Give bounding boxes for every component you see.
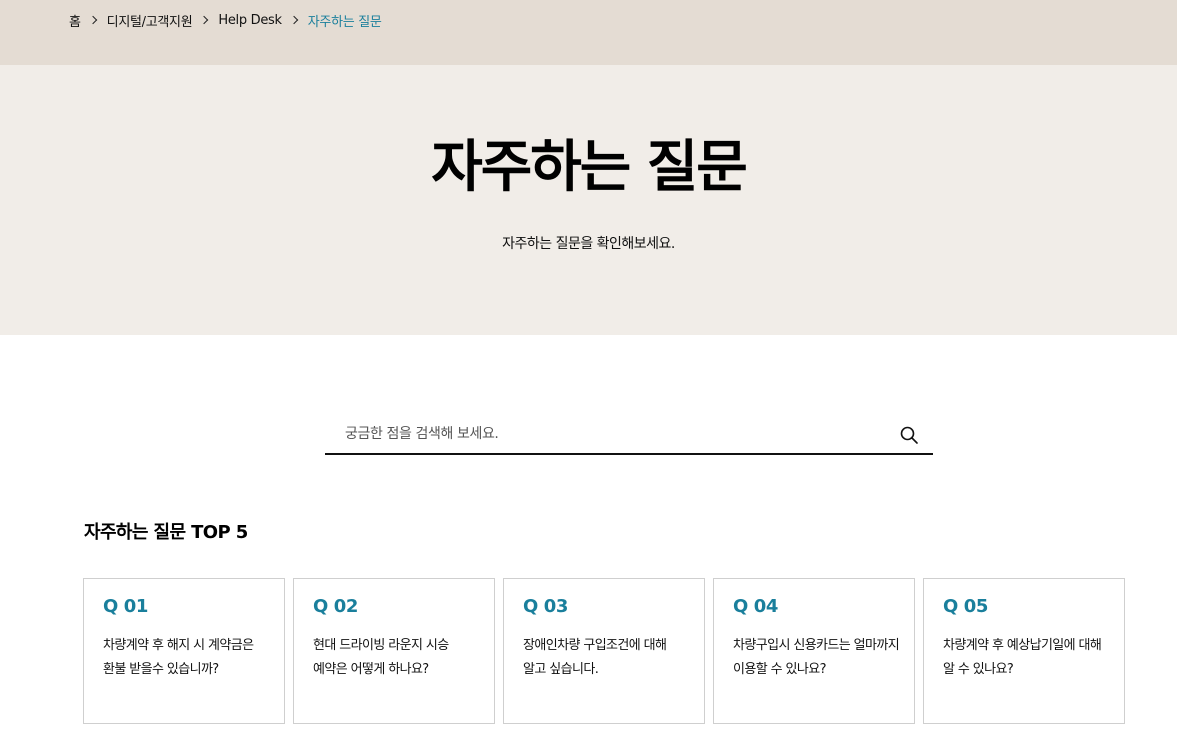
breadcrumb: 홈 디지털/고객지원 Help Desk 자주하는 질문 [69,10,382,30]
faq-number: Q 03 [523,596,569,617]
page-subtitle: 자주하는 질문을 확인해보세요. [502,236,675,252]
chevron-right-icon [197,10,213,30]
faq-card[interactable]: Q 05 차량계약 후 예상납기일에 대해 알 수 있나요? [923,578,1125,724]
breadcrumb-digital-support-link[interactable]: 디지털/고객지원 [107,11,193,30]
faq-question: 차량계약 후 해지 시 계약금은 환불 받을수 있습니까? [103,638,254,677]
search-icon [900,426,918,444]
search-input[interactable] [325,416,885,452]
top5-card-list: Q 01 차량계약 후 해지 시 계약금은 환불 받을수 있습니까? Q 02 … [83,578,1125,724]
faq-number: Q 05 [943,596,989,617]
search-bar [325,416,933,455]
page-title: 자주하는 질문 [431,135,748,200]
top5-section-title: 자주하는 질문 TOP 5 [84,522,248,543]
chevron-right-icon [287,10,303,30]
faq-card[interactable]: Q 01 차량계약 후 해지 시 계약금은 환불 받을수 있습니까? [83,578,285,724]
breadcrumb-current: 자주하는 질문 [307,14,382,30]
faq-number: Q 04 [733,596,779,617]
search-button[interactable] [899,425,919,445]
breadcrumb-bar: 홈 디지털/고객지원 Help Desk 자주하는 질문 [0,0,1177,65]
hero-banner: 자주하는 질문 자주하는 질문을 확인해보세요. [0,65,1177,335]
faq-number: Q 01 [103,596,149,617]
faq-question: 현대 드라이빙 라운지 시승 예약은 어떻게 하나요? [313,638,449,677]
faq-question: 차량구입시 신용카드는 얼마까지 이용할 수 있나요? [733,638,900,677]
faq-card[interactable]: Q 04 차량구입시 신용카드는 얼마까지 이용할 수 있나요? [713,578,915,724]
faq-question: 장애인차량 구입조건에 대해 알고 싶습니다. [523,638,667,677]
faq-card[interactable]: Q 02 현대 드라이빙 라운지 시승 예약은 어떻게 하나요? [293,578,495,724]
breadcrumb-help-desk-link[interactable]: Help Desk [218,13,282,28]
chevron-right-icon [86,10,102,30]
faq-number: Q 02 [313,596,359,617]
faq-card[interactable]: Q 03 장애인차량 구입조건에 대해 알고 싶습니다. [503,578,705,724]
breadcrumb-home-link[interactable]: 홈 [69,11,81,30]
faq-question: 차량계약 후 예상납기일에 대해 알 수 있나요? [943,638,1102,677]
